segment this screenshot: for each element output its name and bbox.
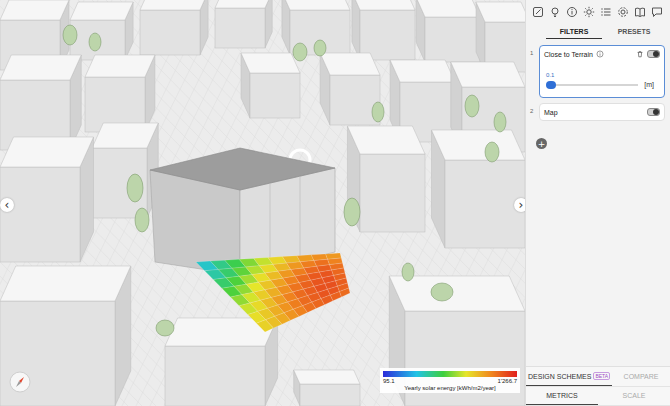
city-scene[interactable] xyxy=(0,0,525,406)
sun-icon[interactable] xyxy=(583,6,595,18)
settings-icon[interactable] xyxy=(617,6,629,18)
toolbar xyxy=(526,0,670,22)
slider-value: 0.1 xyxy=(546,72,554,78)
filter-index: 2 xyxy=(530,103,537,114)
legend-max: 1'266.7 xyxy=(498,378,518,384)
info-icon[interactable] xyxy=(596,50,604,58)
tree-icon xyxy=(485,142,499,162)
tree-icon xyxy=(89,33,101,51)
ground xyxy=(0,0,525,406)
bottom-tab[interactable]: DESIGN SCHEMESBETA xyxy=(526,367,612,386)
tree-icon xyxy=(156,320,174,336)
building xyxy=(85,55,155,132)
tree-icon xyxy=(127,174,143,202)
building xyxy=(241,53,300,118)
filter-list: 1 Close to Terrain 0.1 [m] 2 Map + xyxy=(526,39,670,149)
bottom-tab[interactable]: COMPARE xyxy=(612,367,670,386)
building xyxy=(294,370,360,406)
legend-gradient xyxy=(383,371,517,377)
panel-tabs: FILTERS PRESETS xyxy=(526,22,670,39)
filter-index: 1 xyxy=(530,45,537,56)
bottom-tab-row: METRICSSCALE xyxy=(526,387,670,406)
solar-heatmap[interactable] xyxy=(196,253,350,332)
filter-item: 2 Map xyxy=(530,103,665,121)
tree-icon xyxy=(135,208,149,232)
building xyxy=(140,0,208,55)
filter-slider: 0.1 [m] xyxy=(544,59,660,94)
filter-name: Close to Terrain xyxy=(544,51,593,58)
chat-icon[interactable] xyxy=(651,6,663,18)
tree-icon xyxy=(465,95,479,117)
building xyxy=(320,53,380,125)
bottom-tab[interactable]: METRICS xyxy=(526,387,598,405)
building xyxy=(0,55,81,150)
building xyxy=(282,0,350,55)
ground-grid xyxy=(0,0,525,406)
next-view-button[interactable]: › xyxy=(514,198,525,212)
panel-tab[interactable]: FILTERS xyxy=(546,26,602,39)
filter-card[interactable]: Close to Terrain 0.1 [m] xyxy=(539,45,665,98)
filter-toggle[interactable] xyxy=(647,50,660,58)
list-icon[interactable] xyxy=(600,6,612,18)
building xyxy=(0,266,131,406)
building xyxy=(416,0,480,62)
analysed-building[interactable] xyxy=(150,148,335,275)
tree-icon xyxy=(63,25,77,45)
info-icon[interactable] xyxy=(566,6,578,18)
filter-toggle[interactable] xyxy=(647,108,660,116)
tree-icon xyxy=(293,43,307,61)
app: ‹ › 95.1 1'266.7Yearly solar energy [kWh/m2… xyxy=(0,0,670,406)
building xyxy=(92,123,158,218)
filter-name: Map xyxy=(544,109,558,116)
building xyxy=(476,2,525,72)
beta-badge: BETA xyxy=(593,372,610,380)
bottom-tab[interactable]: SCALE xyxy=(598,387,670,405)
tree-icon xyxy=(344,198,360,226)
trees xyxy=(63,25,506,336)
filter-item: 1 Close to Terrain 0.1 [m] xyxy=(530,45,665,98)
trash-icon[interactable] xyxy=(636,50,644,58)
building xyxy=(165,318,278,406)
add-filter-button[interactable]: + xyxy=(536,138,547,149)
legend-min: 95.1 xyxy=(383,378,395,384)
side-panel: FILTERSPRESETS1Close to Terrain0.1[m]2Ma… xyxy=(525,0,670,406)
legend: 95.1 1'266.7Yearly solar energy [kWh/m2/y… xyxy=(380,368,520,393)
tree-icon xyxy=(372,102,384,122)
compass-icon xyxy=(9,371,31,393)
edit-icon[interactable] xyxy=(532,6,544,18)
compass[interactable] xyxy=(9,371,31,393)
slider-track[interactable] xyxy=(547,84,638,86)
slider-thumb[interactable] xyxy=(546,81,556,89)
bottom-tabs: DESIGN SCHEMESBETACOMPAREMETRICSSCALE xyxy=(526,366,670,406)
filter-card[interactable]: Map xyxy=(539,103,665,121)
previous-view-button[interactable]: ‹ xyxy=(0,198,14,212)
legend-title: Yearly solar energy [kWh/m2/year] xyxy=(383,385,517,391)
tree-icon xyxy=(402,263,414,281)
building xyxy=(352,0,415,60)
panel-tab[interactable]: PRESETS xyxy=(606,26,662,39)
building xyxy=(0,137,94,262)
tree-icon xyxy=(494,112,506,132)
slider-unit: [m] xyxy=(644,81,660,88)
viewport-3d[interactable]: ‹ › 95.1 1'266.7Yearly solar energy [kWh/m2… xyxy=(0,0,525,406)
building xyxy=(70,2,133,60)
building xyxy=(215,0,272,48)
book-icon[interactable] xyxy=(634,6,646,18)
tree-icon xyxy=(314,40,326,56)
bottom-tab-row: DESIGN SCHEMESBETACOMPARE xyxy=(526,367,670,387)
tree-icon xyxy=(431,283,453,301)
building xyxy=(432,130,526,248)
heatmap-cell xyxy=(340,288,350,297)
lightbulb-icon[interactable] xyxy=(549,6,561,18)
